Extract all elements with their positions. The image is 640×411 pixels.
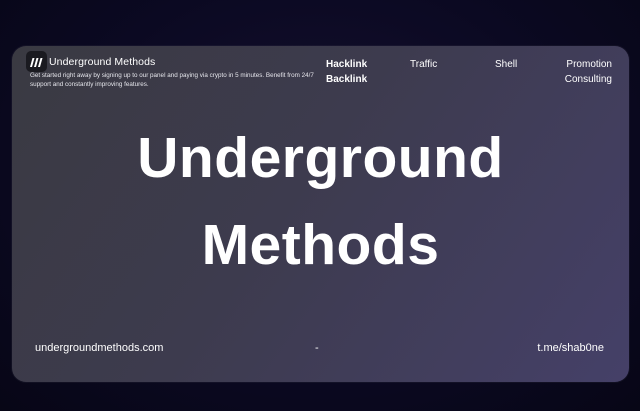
telegram-link[interactable]: t.me/shab0ne bbox=[537, 342, 604, 354]
nav-item-traffic[interactable]: Traffic bbox=[410, 57, 437, 72]
nav-group-links: Hacklink Backlink bbox=[326, 57, 367, 87]
hero-title-line-2: Methods bbox=[201, 213, 440, 277]
nav-item-promotion[interactable]: Promotion bbox=[565, 57, 612, 72]
tagline: Get started right away by signing up to … bbox=[30, 72, 314, 88]
nav-group-shell: Shell bbox=[495, 57, 517, 72]
nav-group-traffic: Traffic bbox=[410, 57, 437, 72]
logo-icon bbox=[26, 51, 47, 72]
brand-name: Underground Methods bbox=[49, 55, 156, 68]
nav-item-consulting[interactable]: Consulting bbox=[565, 72, 612, 87]
footer-separator: - bbox=[315, 342, 319, 354]
nav-item-hacklink[interactable]: Hacklink bbox=[326, 57, 367, 72]
hero-title-line-1: Underground bbox=[137, 126, 504, 190]
brand-logo[interactable]: Underground Methods bbox=[26, 51, 155, 72]
website-link[interactable]: undergroundmethods.com bbox=[35, 342, 163, 354]
nav-item-backlink[interactable]: Backlink bbox=[326, 72, 367, 87]
nav-item-shell[interactable]: Shell bbox=[495, 57, 517, 72]
nav-group-services: Promotion Consulting bbox=[565, 57, 612, 87]
hero-card: Underground Methods Get started right aw… bbox=[12, 46, 629, 382]
